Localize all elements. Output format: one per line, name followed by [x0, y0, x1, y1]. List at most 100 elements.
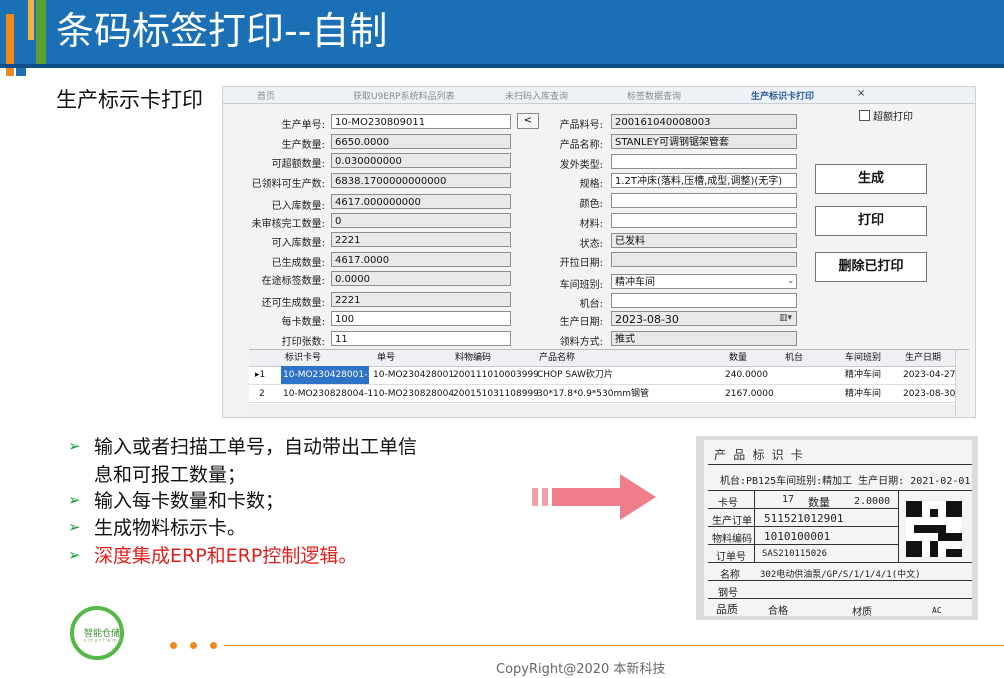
- delete-printed-button[interactable]: 删除已打印: [815, 252, 927, 282]
- generated-qty-field: 4617.0000: [331, 252, 511, 267]
- vertical-scrollbar[interactable]: [955, 350, 970, 416]
- header-accent-yellow: [28, 0, 34, 40]
- footer-dot: [190, 642, 197, 649]
- section-subtitle: 生产标示卡打印: [56, 88, 203, 112]
- table-cell[interactable]: CHOP SAW砍刀片: [537, 366, 613, 384]
- order-no-input[interactable]: 10-MO230809011: [331, 114, 511, 129]
- card-value: AC: [932, 606, 942, 615]
- table-cell[interactable]: 精冲车间: [845, 385, 881, 403]
- col-material-code[interactable]: 料物编码: [455, 350, 491, 366]
- label-storable-qty: 可入库数量:: [271, 238, 325, 249]
- bullet-text: 输入每卡数量和卡数；: [94, 490, 285, 512]
- col-machine[interactable]: 机台: [785, 350, 803, 366]
- card-row-machine: 机台:PB125车间班别:精加工 生产日期: 2021-02-01: [720, 476, 971, 487]
- generate-button[interactable]: 生成: [815, 164, 927, 194]
- table-cell[interactable]: 30*17.8*0.9*530mm钢管: [537, 385, 649, 403]
- overprint-checkbox[interactable]: [859, 110, 870, 121]
- status-field: 已发料: [611, 233, 797, 248]
- col-product-name[interactable]: 产品名称: [539, 350, 575, 366]
- col-workshop[interactable]: 车间班别: [845, 350, 881, 366]
- label-product-no: 产品料号:: [559, 120, 603, 131]
- card-rule: [708, 580, 972, 581]
- card-rule: [754, 490, 755, 562]
- col-production-date[interactable]: 生产日期: [905, 350, 941, 366]
- spec-field: 1.2T冲床(落料,压槽,成型,调整)(无字): [611, 173, 797, 188]
- per-card-qty-input[interactable]: 100: [331, 311, 511, 326]
- stored-qty-field: 4617.000000000: [331, 194, 511, 209]
- card-value: 1010100001: [764, 530, 831, 543]
- remaining-qty-field: 2221: [331, 292, 511, 307]
- outsource-type-field[interactable]: [611, 154, 797, 169]
- print-button[interactable]: 打印: [815, 206, 927, 236]
- tab-close-icon[interactable]: ×: [857, 88, 865, 99]
- card-label: 材质: [852, 607, 872, 618]
- right-arrow-icon: [532, 474, 656, 520]
- logo-subtext: s m a r t w m s: [84, 638, 122, 644]
- table-cell[interactable]: 10-MO230828004-1: [283, 385, 373, 403]
- card-value: 2.0000: [854, 496, 891, 507]
- picked-producible-field: 6838.1700000000000: [331, 173, 511, 188]
- table-cell[interactable]: 10-MO230828004: [373, 385, 454, 403]
- footer-line: [224, 645, 1004, 646]
- label-picking-method: 领料方式:: [559, 337, 603, 348]
- header-underline: [0, 64, 1004, 68]
- bullet-arrow-icon: ➢: [68, 437, 81, 455]
- horizontal-scrollbar[interactable]: [249, 404, 955, 416]
- table-cell[interactable]: 200111010003999: [453, 366, 539, 384]
- col-card-no[interactable]: 标识卡号: [285, 350, 321, 366]
- bullet-arrow-icon: ➢: [68, 518, 81, 536]
- label-print-count: 打印张数:: [281, 337, 325, 348]
- intransit-qty-field: 0.0000: [331, 271, 511, 286]
- table-cell[interactable]: 10-MO230428001: [373, 366, 454, 384]
- production-date-picker[interactable]: 2023-08-30: [611, 311, 797, 326]
- tab-unscanned-query[interactable]: 未扫码入库查询: [505, 89, 568, 102]
- header-accent-green: [36, 0, 46, 64]
- row-marker: ▸1: [255, 370, 266, 380]
- storable-qty-field: 2221: [331, 232, 511, 247]
- unreviewed-qty-field: 0: [331, 213, 511, 228]
- label-unreviewed-qty: 未审核完工数量:: [251, 219, 325, 230]
- card-title: 产 品 标 识 卡: [714, 448, 803, 462]
- tab-u9erp-items[interactable]: 获取U9ERP系统料品列表: [353, 89, 455, 102]
- table-cell[interactable]: 2167.0000: [725, 385, 774, 403]
- print-count-input[interactable]: 11: [331, 331, 511, 346]
- lookup-button[interactable]: <: [517, 113, 539, 129]
- table-cell[interactable]: 240.0000: [725, 366, 768, 384]
- card-value: 17: [782, 494, 795, 505]
- col-order-no[interactable]: 单号: [377, 350, 395, 366]
- label-remaining-qty: 还可生成数量:: [261, 298, 325, 309]
- production-qty-field: 6650.0000: [331, 134, 511, 149]
- label-machine: 机台:: [579, 299, 603, 310]
- label-workshop: 车间班别:: [559, 280, 603, 291]
- label-intransit-qty: 在途标签数量:: [261, 276, 325, 287]
- label-spec: 规格:: [579, 179, 603, 190]
- machine-field[interactable]: [611, 293, 797, 308]
- app-window: 首页 获取U9ERP系统料品列表 未扫码入库查询 标签数据查询 生产标识卡打印 …: [222, 86, 976, 418]
- table-cell[interactable]: 2023-08-30: [903, 385, 955, 403]
- tab-production-card-print[interactable]: 生产标识卡打印: [751, 89, 814, 102]
- table-cell[interactable]: 精冲车间: [845, 366, 881, 384]
- tab-home[interactable]: 首页: [257, 89, 275, 102]
- card-label: 卡号: [718, 498, 738, 509]
- tab-label-query[interactable]: 标签数据查询: [627, 89, 681, 102]
- label-outsource-type: 发外类型:: [559, 160, 603, 171]
- card-rule: [708, 526, 898, 527]
- workshop-select[interactable]: 精冲车间: [611, 274, 797, 289]
- label-material: 材料:: [579, 219, 603, 230]
- table-cell[interactable]: 200151031108999: [453, 385, 539, 403]
- chevron-down-icon[interactable]: ⌄: [787, 276, 795, 286]
- bullet-arrow-icon: ➢: [68, 491, 81, 509]
- label-color: 颜色:: [579, 199, 603, 210]
- card-rule: [708, 464, 972, 465]
- page-title: 条码标签打印--自制: [56, 9, 388, 53]
- card-rule: [708, 490, 972, 491]
- col-qty[interactable]: 数量: [729, 350, 747, 366]
- card-label: 钢号: [718, 588, 738, 599]
- label-picked-producible: 已领料可生产数:: [251, 179, 325, 190]
- table-cell[interactable]: 10-MO230428001-1: [283, 366, 373, 384]
- table-cell[interactable]: 2023-04-27: [903, 366, 955, 384]
- label-production-date: 生产日期:: [559, 317, 603, 328]
- label-stored-qty: 已入库数量:: [271, 201, 325, 212]
- calendar-icon[interactable]: ▥▾: [779, 313, 792, 323]
- label-product-name: 产品名称:: [559, 140, 603, 151]
